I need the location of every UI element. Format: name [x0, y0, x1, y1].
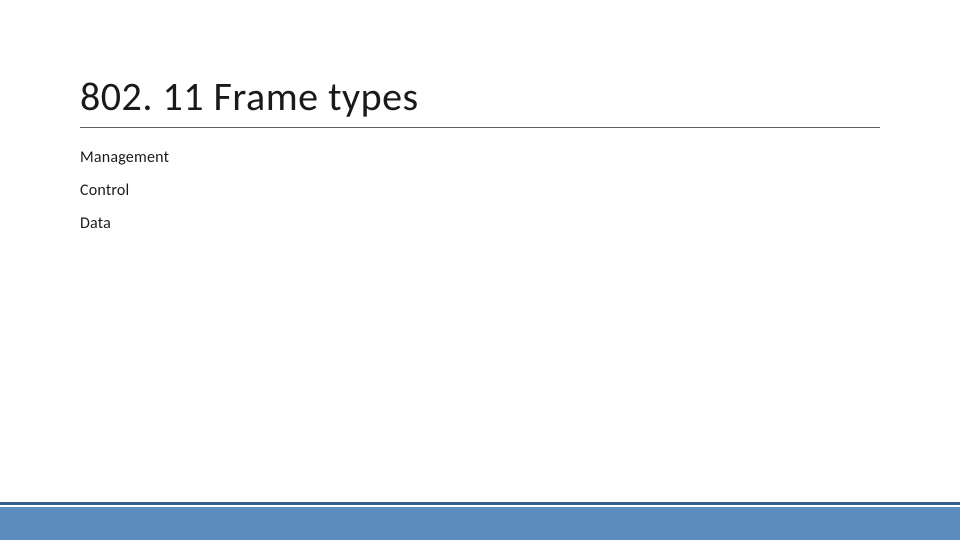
slide-title: 802. 11 Frame types [80, 72, 880, 127]
list-item: Data [80, 214, 880, 233]
list-item: Management [80, 148, 880, 167]
list-item: Control [80, 181, 880, 200]
slide: 802. 11 Frame types Management Control D… [0, 0, 960, 540]
footer-bar [0, 502, 960, 540]
footer-main-bar [0, 507, 960, 540]
title-underline [80, 127, 880, 128]
